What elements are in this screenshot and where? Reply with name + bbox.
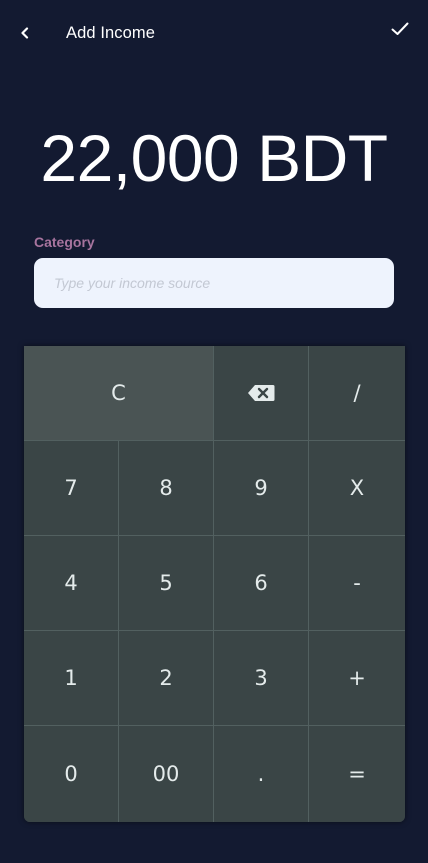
category-input[interactable] [34, 258, 394, 308]
category-label: Category [34, 234, 95, 250]
decimal-key[interactable]: . [214, 726, 309, 822]
backspace-key[interactable] [214, 346, 309, 441]
confirm-button[interactable] [388, 18, 412, 40]
key-5[interactable]: 5 [119, 536, 214, 631]
add-key[interactable]: + [309, 631, 405, 726]
clear-key[interactable]: C [24, 346, 214, 441]
multiply-key[interactable]: X [309, 441, 405, 536]
chevron-left-icon [21, 27, 29, 39]
equals-key[interactable]: = [309, 726, 405, 822]
back-button[interactable] [14, 22, 36, 44]
amount-display: 22,000 BDT [40, 121, 388, 195]
divide-key[interactable]: / [309, 346, 405, 441]
key-1[interactable]: 1 [24, 631, 119, 726]
top-bar: Add Income [0, 0, 428, 66]
key-00[interactable]: 00 [119, 726, 214, 822]
backspace-icon [248, 385, 275, 401]
key-6[interactable]: 6 [214, 536, 309, 631]
key-7[interactable]: 7 [24, 441, 119, 536]
page-title: Add Income [66, 24, 156, 42]
key-0[interactable]: 0 [24, 726, 119, 822]
key-9[interactable]: 9 [214, 441, 309, 536]
key-3[interactable]: 3 [214, 631, 309, 726]
key-2[interactable]: 2 [119, 631, 214, 726]
checkmark-icon [391, 22, 409, 35]
calculator-keypad: C / 7 8 9 X 4 5 6 - 1 2 3 + 0 00 . = [24, 346, 405, 822]
key-4[interactable]: 4 [24, 536, 119, 631]
subtract-key[interactable]: - [309, 536, 405, 631]
key-8[interactable]: 8 [119, 441, 214, 536]
